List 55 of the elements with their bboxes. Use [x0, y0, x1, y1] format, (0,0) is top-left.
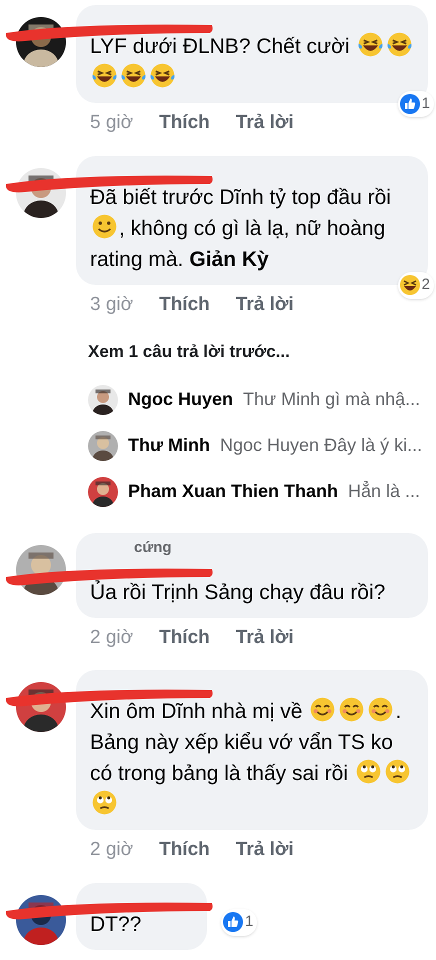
reply-author: Ngoc Huyen: [128, 388, 234, 411]
reply-button[interactable]: Trả lời: [236, 290, 294, 319]
reply-author: Pham Xuan Thien Thanh: [128, 480, 338, 503]
time-text: 2 giờ: [90, 838, 134, 862]
thumbs-up-icon: [223, 912, 244, 932]
time-text: 5 giờ: [90, 111, 134, 135]
laughing-tears-face-icon: [91, 62, 118, 89]
mention-link[interactable]: Giản Kỳ: [189, 244, 269, 274]
like-button[interactable]: Thích: [159, 290, 210, 319]
smiling-eyes-face-icon: [309, 696, 336, 723]
reply-preview: Thư Minh gì mà nhậ...: [243, 388, 420, 411]
reply-row[interactable]: Thư Minh Ngoc Huyen Đây là ý ki...: [88, 422, 436, 468]
reaction-badge[interactable]: 1: [221, 909, 258, 936]
reaction-count: 2: [422, 275, 431, 295]
reaction-badge[interactable]: 1: [398, 90, 434, 117]
like-button[interactable]: Thích: [159, 109, 210, 138]
laughing-face-icon: [400, 275, 420, 296]
reply-button[interactable]: Trả lời: [236, 836, 294, 864]
comment-text: Ủa rồi Trịnh Sảng chạy đâu rồi?: [90, 579, 386, 606]
comment-text: Bảng này xếp kiểu vớ vẩn TS ko: [90, 730, 393, 756]
comment-text: rating mà.: [90, 246, 184, 272]
comment-text: Xin ôm Dĩnh nhà mị về: [90, 699, 302, 725]
reply-button[interactable]: Trả lời: [236, 109, 294, 138]
eye-roll-face-icon: [355, 758, 382, 785]
reply-author: Thư Minh: [128, 434, 210, 457]
laughing-tears-face-icon: [356, 31, 384, 58]
laughing-tears-face-icon: [120, 62, 147, 89]
laughing-tears-face-icon: [149, 62, 176, 89]
comment-text: có trong bảng là thấy sai rồi: [90, 761, 348, 787]
like-button[interactable]: Thích: [159, 836, 210, 864]
reply-row[interactable]: Pham Xuan Thien Thanh Hẳn là ...: [88, 468, 436, 514]
reaction-count: 1: [245, 912, 254, 932]
comment-text: DT??: [90, 912, 142, 938]
smiling-face-icon: [91, 212, 118, 240]
previous-replies-link[interactable]: Xem 1 câu trả lời trước...: [88, 339, 290, 364]
eye-roll-face-icon: [91, 789, 118, 816]
laughing-tears-face-icon: [386, 31, 413, 58]
comment-text: LYF dưới ĐLNB? Chết cười: [90, 34, 350, 60]
time-text: 3 giờ: [90, 292, 134, 316]
comment-text: Đã biết trước Dĩnh tỷ top đầu rồi: [90, 184, 391, 210]
reaction-badge[interactable]: 2: [398, 272, 434, 298]
reaction-count: 1: [422, 94, 431, 114]
like-button[interactable]: Thích: [159, 624, 210, 652]
thumbs-up-icon: [400, 94, 420, 114]
time-text: 2 giờ: [90, 626, 134, 650]
smiling-eyes-face-icon: [367, 696, 394, 723]
comment-text: , không có gì là lạ, nữ hoàng: [119, 216, 386, 242]
eye-roll-face-icon: [384, 758, 411, 785]
smiling-eyes-face-icon: [338, 696, 366, 723]
reply-preview: Hẳn là ...: [348, 480, 420, 503]
comment-text: .: [395, 699, 402, 725]
badge-text: cứng: [134, 538, 172, 558]
reply-preview: Ngoc Huyen Đây là ý ki...: [220, 434, 422, 457]
reply-button[interactable]: Trả lời: [236, 624, 294, 652]
reply-row[interactable]: Ngoc Huyen Thư Minh gì mà nhậ...: [88, 376, 436, 422]
